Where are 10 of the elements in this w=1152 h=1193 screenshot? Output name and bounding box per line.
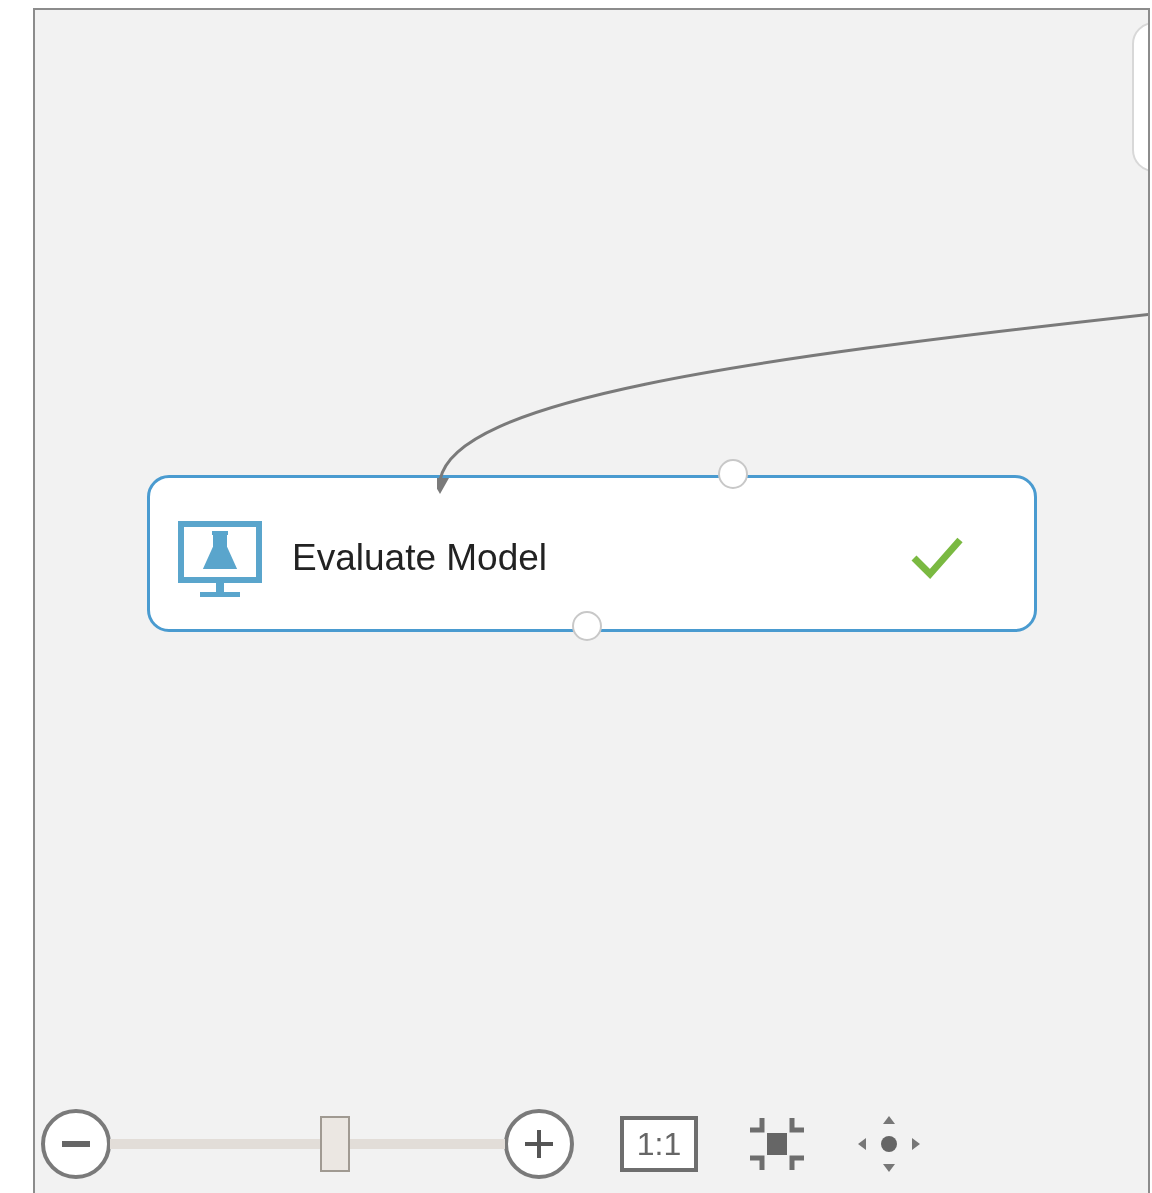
node-label: Evaluate Model	[292, 536, 548, 580]
slider-thumb[interactable]	[320, 1116, 351, 1172]
fit-to-screen-icon[interactable]	[748, 1116, 806, 1172]
module-node[interactable]: Evaluate Model	[147, 475, 1037, 632]
plus-icon	[525, 1130, 553, 1158]
output-port[interactable]	[572, 611, 602, 641]
input-port[interactable]	[718, 459, 748, 489]
actual-size-button[interactable]: 1:1	[620, 1116, 698, 1172]
pan-icon[interactable]	[858, 1116, 920, 1172]
minus-icon	[62, 1141, 90, 1147]
